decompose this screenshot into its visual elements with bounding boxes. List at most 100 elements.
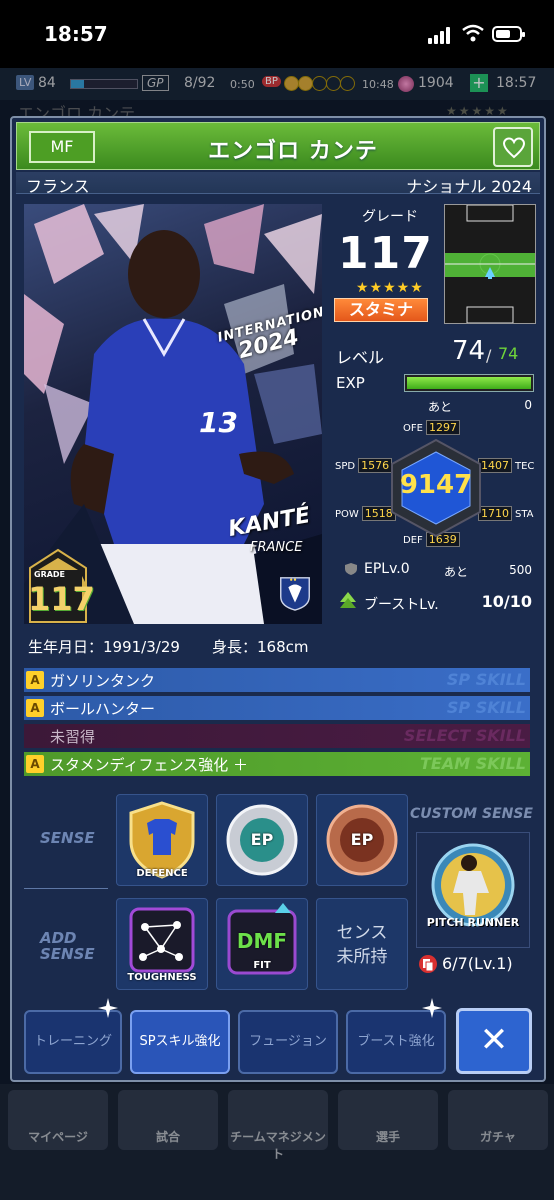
star-rating: ★★★★★ [356, 280, 424, 296]
ep-remaining-value: 500 [509, 563, 532, 577]
boost-upgrade-button[interactable]: ブースト強化 [346, 1010, 446, 1074]
stat-pow-label: POW [335, 509, 359, 520]
birthday: 生年月日：1991/3/29 [28, 638, 180, 656]
grade-value: 117 [338, 228, 433, 279]
custom-sense-slot[interactable]: PITCH RUNNER [416, 832, 530, 948]
stamina-timer: 0:50 [230, 78, 255, 91]
no-sense-line-2: 未所持 [336, 947, 388, 967]
skill-rank-icon: A [26, 699, 44, 717]
nav-players-label: 選手 [375, 1130, 400, 1144]
bp-coin-icon [284, 76, 299, 91]
skill-rank-icon: A [26, 671, 44, 689]
sense-divider [24, 888, 108, 889]
skill-type: SELECT SKILL [403, 726, 526, 745]
level-max: 74 [498, 344, 519, 363]
signal-icon [428, 26, 454, 44]
boost-value: 10/10 [481, 592, 532, 611]
info-bar: フランス ナショナル 2024 [16, 172, 540, 196]
exp-remaining-label: あと [428, 400, 453, 414]
custom-sense-count-icon [419, 955, 437, 973]
card-series: ナショナル 2024 [406, 177, 532, 196]
add-sense-slot-toughness[interactable]: TOUGHNESS [116, 898, 208, 990]
stat-tec-label: TEC [515, 461, 535, 472]
bp-coin-icon [312, 76, 327, 91]
add-sense-slot-empty[interactable]: センス 未所持 [316, 898, 408, 990]
add-sense-slot-dmf[interactable]: DMF FIT [216, 898, 308, 990]
card-grade-label: GRADE [34, 570, 66, 579]
toughness-caption: TOUGHNESS [127, 972, 197, 983]
player-level: 84 [38, 75, 56, 91]
nav-gacha-label: ガチャ [480, 1130, 516, 1144]
skill-row[interactable]: A スタメンディフェンス強化 ＋ TEAM SKILL [24, 752, 530, 776]
skill-name: スタメンディフェンス強化 ＋ [50, 756, 248, 774]
sense-slot-ep-bronze[interactable]: EP [316, 794, 408, 886]
pitch-diagram [445, 204, 535, 324]
sparkle-icon [98, 998, 118, 1018]
ep-bronze-caption: EP [350, 830, 374, 849]
nav-match-label: 試合 [155, 1130, 180, 1144]
training-button[interactable]: トレーニング [24, 1010, 122, 1074]
skill-type: SP SKILL [446, 698, 526, 717]
nav-mypage-label: マイページ [28, 1130, 88, 1144]
bottom-nav: マイページ 試合 チームマネジメント 選手 ガチャ [0, 1084, 554, 1200]
close-button[interactable]: ✕ [456, 1008, 532, 1074]
svg-text:13: 13 [199, 406, 238, 439]
status-bar: 18:57 [0, 0, 554, 68]
dmf-label: DMF [236, 929, 288, 953]
boost-icon [340, 592, 356, 608]
sp-skill-upgrade-button[interactable]: SPスキル強化 [130, 1010, 230, 1074]
bp-badge: BP [262, 76, 281, 87]
player-exp-bar [70, 79, 138, 89]
sense-slot-ep-silver[interactable]: EP [216, 794, 308, 886]
skill-name: ボールハンター [50, 700, 156, 718]
gem-count: 1904 [418, 75, 454, 91]
boost-label: ブーストLv. [364, 597, 439, 613]
total-stat: 9147 [399, 470, 473, 500]
stat-spd-label: SPD [335, 461, 356, 472]
height: 身長：168cm [212, 638, 309, 656]
no-sense-line-1: センス [336, 923, 388, 943]
favorite-button[interactable] [493, 127, 533, 167]
custom-sense-label: CUSTOM SENSE [410, 806, 533, 822]
nationality: フランス [26, 177, 90, 196]
stamina-count: 8/92 [184, 75, 216, 91]
ep-remaining-label: あと [444, 565, 469, 579]
skill-name: ガソリンタンク [50, 672, 156, 690]
gem-icon [398, 76, 414, 92]
custom-sense-count: 6/7(Lv.1) [442, 954, 513, 973]
battery-icon [492, 26, 525, 42]
exp-progress-bar [404, 374, 534, 392]
card-country: FRANCE [250, 540, 303, 555]
exp-progress-fill [407, 377, 531, 389]
card-grade-value: 117 [28, 580, 95, 618]
ep-shield-icon [345, 563, 357, 575]
skill-name: 未習得 [50, 728, 96, 746]
skill-row[interactable]: A ボールハンター SP SKILL [24, 696, 530, 720]
bp-coin-icon [340, 76, 355, 91]
stat-sta-label: STA [515, 509, 534, 520]
fusion-button[interactable]: フュージョン [238, 1010, 338, 1074]
nav-team-management-label: チームマネジメント [230, 1130, 326, 1161]
player-detail-dialog: MF エンゴロ カンテ フランス ナショナル 2024 13 INTERNATI… [10, 116, 546, 1082]
skill-row[interactable]: 未習得 SELECT SKILL [24, 724, 530, 748]
bp-coin-icon [298, 76, 313, 91]
add-sense-label-1: ADD [40, 929, 77, 947]
level-label: レベル [336, 348, 385, 367]
bp-coin-icon [326, 76, 341, 91]
level-badge: LV [16, 75, 35, 90]
player-name: エンゴロ カンテ [208, 139, 378, 164]
custom-sense-caption: PITCH RUNNER [426, 916, 520, 929]
sense-slot-defence[interactable]: DEFENCE [116, 794, 208, 886]
stat-ofe-label: OFE [403, 423, 423, 434]
position-pitch-map [444, 204, 536, 324]
add-gems-button[interactable]: + [470, 74, 488, 92]
position-badge: MF [29, 131, 95, 163]
add-sense-label-2: SENSE [40, 945, 95, 963]
defence-caption: DEFENCE [136, 868, 188, 879]
skill-row[interactable]: A ガソリンタンク SP SKILL [24, 668, 530, 692]
level-separator: / [486, 346, 492, 365]
skill-type: SP SKILL [446, 670, 526, 689]
heart-icon [502, 137, 526, 159]
ep-silver-caption: EP [250, 830, 274, 849]
stat-ofe: OFE 1297 [402, 420, 460, 435]
